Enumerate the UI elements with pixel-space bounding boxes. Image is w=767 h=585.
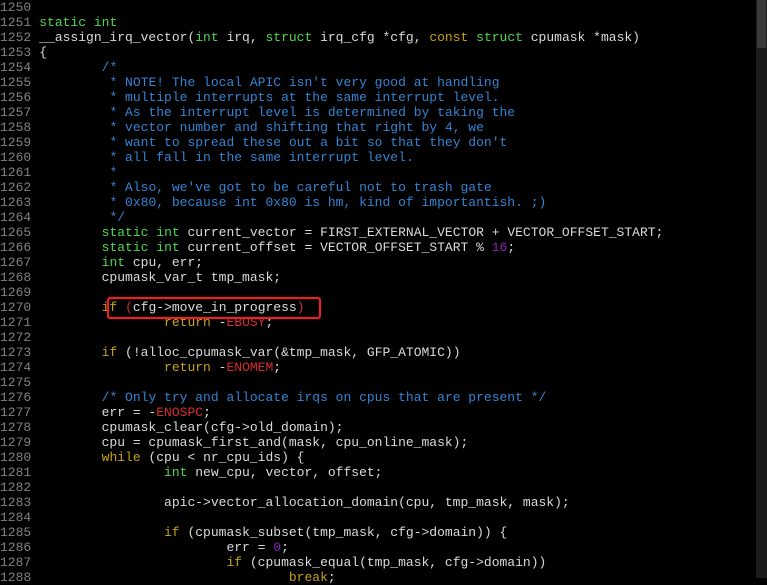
code-line: if (cpumask_subset(tmp_mask, cfg->domain… xyxy=(39,525,767,540)
vertical-scrollbar[interactable] xyxy=(756,0,767,578)
code-line: * As the interrupt level is determined b… xyxy=(39,105,767,120)
line-number: 1269 xyxy=(0,285,31,300)
line-number: 1260 xyxy=(0,150,31,165)
code-line xyxy=(39,375,767,390)
code-line xyxy=(39,0,767,15)
code-editor: 1250125112521253125412551256125712581259… xyxy=(0,0,767,578)
code-line: if (cfg->move_in_progress) xyxy=(39,300,767,315)
code-line: * xyxy=(39,165,767,180)
line-number: 1278 xyxy=(0,420,31,435)
code-line: * all fall in the same interrupt level. xyxy=(39,150,767,165)
line-number: 1268 xyxy=(0,270,31,285)
line-number: 1262 xyxy=(0,180,31,195)
line-number: 1261 xyxy=(0,165,31,180)
line-number: 1282 xyxy=(0,480,31,495)
line-number: 1265 xyxy=(0,225,31,240)
code-line: cpumask_var_t tmp_mask; xyxy=(39,270,767,285)
code-line xyxy=(39,285,767,300)
code-line xyxy=(39,510,767,525)
code-line: if (cpumask_equal(tmp_mask, cfg->domain)… xyxy=(39,555,767,570)
line-number: 1257 xyxy=(0,105,31,120)
line-number: 1266 xyxy=(0,240,31,255)
scrollbar-thumb[interactable] xyxy=(757,0,766,48)
code-line: apic->vector_allocation_domain(cpu, tmp_… xyxy=(39,495,767,510)
code-line: /* Only try and allocate irqs on cpus th… xyxy=(39,390,767,405)
code-line: * Also, we've got to be careful not to t… xyxy=(39,180,767,195)
line-number: 1255 xyxy=(0,75,31,90)
line-number: 1251 xyxy=(0,15,31,30)
code-line: */ xyxy=(39,210,767,225)
code-line: cpu = cpumask_first_and(mask, cpu_online… xyxy=(39,435,767,450)
line-number: 1273 xyxy=(0,345,31,360)
code-content[interactable]: static int__assign_irq_vector(int irq, s… xyxy=(37,0,767,578)
code-line: static int xyxy=(39,15,767,30)
line-number: 1259 xyxy=(0,135,31,150)
line-number: 1254 xyxy=(0,60,31,75)
line-number: 1280 xyxy=(0,450,31,465)
line-number: 1253 xyxy=(0,45,31,60)
line-number: 1279 xyxy=(0,435,31,450)
code-line: * want to spread these out a bit so that… xyxy=(39,135,767,150)
line-number: 1286 xyxy=(0,540,31,555)
line-number: 1267 xyxy=(0,255,31,270)
code-line: * multiple interrupts at the same interr… xyxy=(39,90,767,105)
line-number: 1258 xyxy=(0,120,31,135)
code-line: { xyxy=(39,45,767,60)
line-number: 1274 xyxy=(0,360,31,375)
line-number: 1287 xyxy=(0,555,31,570)
code-line xyxy=(39,330,767,345)
line-number: 1277 xyxy=(0,405,31,420)
line-number: 1250 xyxy=(0,0,31,15)
line-number-gutter: 1250125112521253125412551256125712581259… xyxy=(0,0,37,578)
line-number: 1284 xyxy=(0,510,31,525)
code-line: err = 0; xyxy=(39,540,767,555)
code-line: if (!alloc_cpumask_var(&tmp_mask, GFP_AT… xyxy=(39,345,767,360)
code-line: * 0x80, because int 0x80 is hm, kind of … xyxy=(39,195,767,210)
code-line: err = -ENOSPC; xyxy=(39,405,767,420)
line-number: 1270 xyxy=(0,300,31,315)
line-number: 1264 xyxy=(0,210,31,225)
code-line: static int current_vector = FIRST_EXTERN… xyxy=(39,225,767,240)
line-number: 1285 xyxy=(0,525,31,540)
line-number: 1272 xyxy=(0,330,31,345)
code-line: cpumask_clear(cfg->old_domain); xyxy=(39,420,767,435)
line-number: 1252 xyxy=(0,30,31,45)
code-line: * vector number and shifting that right … xyxy=(39,120,767,135)
line-number: 1281 xyxy=(0,465,31,480)
code-line: static int current_offset = VECTOR_OFFSE… xyxy=(39,240,767,255)
line-number: 1263 xyxy=(0,195,31,210)
line-number: 1276 xyxy=(0,390,31,405)
code-line: /* xyxy=(39,60,767,75)
code-line xyxy=(39,480,767,495)
code-line: return -ENOMEM; xyxy=(39,360,767,375)
code-line: __assign_irq_vector(int irq, struct irq_… xyxy=(39,30,767,45)
code-line: * NOTE! The local APIC isn't very good a… xyxy=(39,75,767,90)
line-number: 1283 xyxy=(0,495,31,510)
line-number: 1256 xyxy=(0,90,31,105)
code-line: int cpu, err; xyxy=(39,255,767,270)
code-line: while (cpu < nr_cpu_ids) { xyxy=(39,450,767,465)
code-line: int new_cpu, vector, offset; xyxy=(39,465,767,480)
line-number: 1271 xyxy=(0,315,31,330)
code-line: return -EBUSY; xyxy=(39,315,767,330)
line-number: 1275 xyxy=(0,375,31,390)
